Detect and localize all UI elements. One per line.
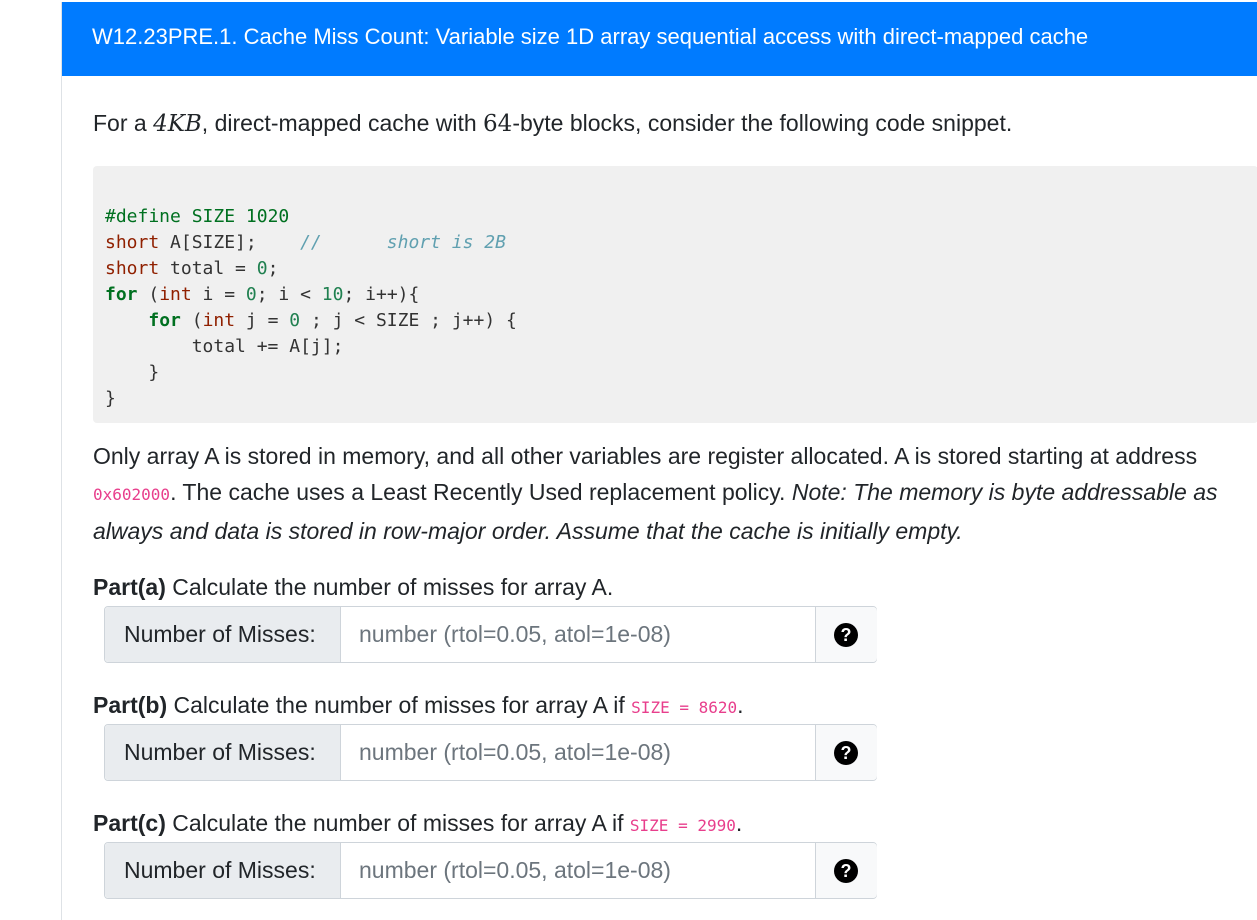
code-line-inner-loop: for (int j = 0 ; j < SIZE ; j++) { [105,310,517,331]
description-text: . The cache uses a Least Recently Used r… [170,479,792,505]
code-token: ( [137,284,160,305]
part-c-question: Part(c) Calculate the number of misses f… [93,810,742,837]
code-token: ; j < SIZE ; j++) { [300,310,517,331]
code-line-body: total += A[j]; [105,336,344,357]
part-c-help-button[interactable]: ? [815,843,877,898]
intro-suffix: -byte blocks, consider the following cod… [512,110,1013,136]
code-token: short [105,232,160,253]
code-token: short [105,258,160,279]
code-token: int [159,284,192,305]
code-token: int [202,310,236,331]
part-c-end: . [735,810,743,836]
code-token: ( [180,310,203,331]
block-size-math: 64 [483,111,513,137]
code-token: 0 [256,258,268,279]
code-token: for [148,310,181,331]
description-text: Only array A is stored in memory, and al… [93,443,1198,469]
question-circle-icon: ? [834,623,858,647]
part-c-answer-group: Number of Misses: ? [104,842,877,899]
code-line-array: short A[SIZE]; // short is 2B [105,232,506,253]
code-token: j = [235,310,290,331]
part-a-question: Part(a) Calculate the number of misses f… [93,574,613,601]
part-a-answer-group: Number of Misses: ? [104,606,877,663]
part-b-number-input[interactable] [341,725,815,780]
question-header: W12.23PRE.1. Cache Miss Count: Variable … [62,2,1257,76]
part-b-answer-label: Number of Misses: [105,725,341,780]
question-intro: For a 4KB, direct-mapped cache with 64-b… [93,110,1012,137]
question-title: W12.23PRE.1. Cache Miss Count: Variable … [92,24,1089,49]
part-a-answer-label: Number of Misses: [105,607,341,662]
code-comment: // short is 2B [300,232,506,253]
code-token: for [105,284,138,305]
part-a-label: Part(a) [93,574,166,600]
code-token: ; i < [256,284,322,305]
code-line-inner-close: } [105,362,160,383]
question-card: W12.23PRE.1. Cache Miss Count: Variable … [61,2,1257,920]
part-a-help-button[interactable]: ? [815,607,877,662]
part-a-text: Calculate the number of misses for array… [165,574,614,600]
part-b-answer-group: Number of Misses: ? [104,724,877,781]
address-code: 0x602000 [93,485,171,504]
question-circle-icon: ? [834,859,858,883]
part-c-answer-label: Number of Misses: [105,843,341,898]
code-line-define: #define SIZE 1020 [105,206,289,227]
part-c-size-code: SIZE = 2990 [629,816,736,835]
code-token: 0 [289,310,301,331]
code-token: 10 [321,284,344,305]
intro-prefix: For a [93,110,154,136]
part-b-size-code: SIZE = 8620 [631,698,738,717]
part-a-number-input[interactable] [341,607,815,662]
code-line-outer-loop: for (int i = 0; i < 10; i++){ [105,284,419,305]
part-c-label: Part(c) [93,810,166,836]
code-token: ; i++){ [343,284,420,305]
code-token: total = [159,258,257,279]
part-b-help-button[interactable]: ? [815,725,877,780]
code-line-total: short total = 0; [105,258,278,279]
intro-middle: , direct-mapped cache with [201,110,484,136]
cache-size-math: 4KB [153,111,202,137]
code-snippet: #define SIZE 1020 short A[SIZE]; // shor… [93,166,1257,423]
part-c-text: Calculate the number of misses for array… [165,810,630,836]
code-token: 1020 [245,206,290,227]
code-token: i = [191,284,246,305]
code-token: A[SIZE]; [159,232,301,253]
part-b-label: Part(b) [93,692,168,718]
part-b-text: Calculate the number of misses for array… [167,692,632,718]
code-token: #define SIZE [105,206,246,227]
question-circle-icon: ? [834,741,858,765]
question-description: Only array A is stored in memory, and al… [93,438,1253,549]
part-b-end: . [737,692,744,718]
part-c-number-input[interactable] [341,843,815,898]
code-token: ; [267,258,279,279]
code-token: 0 [245,284,257,305]
code-line-outer-close: } [105,388,116,409]
part-b-question: Part(b) Calculate the number of misses f… [93,692,744,719]
